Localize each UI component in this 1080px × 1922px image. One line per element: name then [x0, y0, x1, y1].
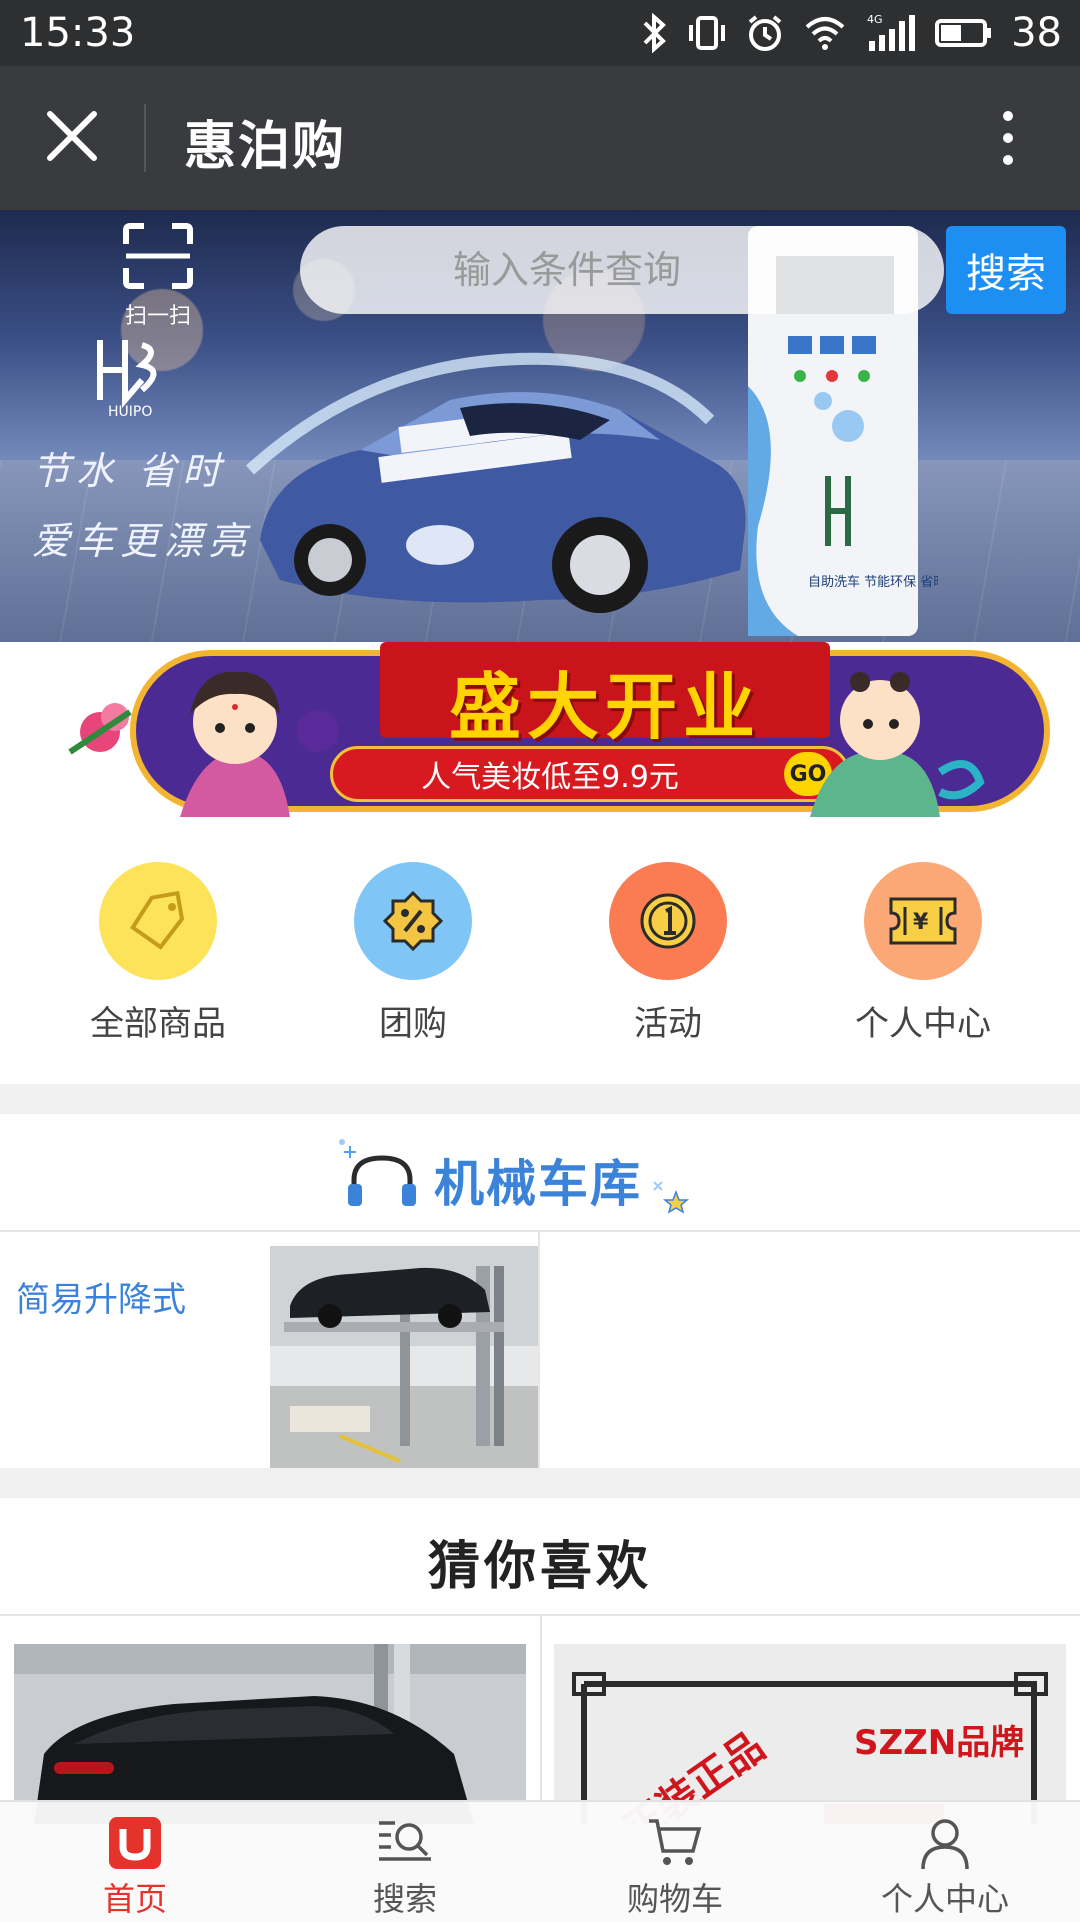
network-type: 4G: [867, 13, 883, 26]
quick-nav-activities[interactable]: 活动: [568, 862, 768, 1052]
category-link-simple-lift[interactable]: 简易升降式: [16, 1272, 186, 1321]
search-input[interactable]: [300, 226, 944, 314]
search-box[interactable]: [300, 226, 944, 314]
star-decoration-icon: [653, 1181, 690, 1214]
scan-button[interactable]: 扫一扫: [110, 220, 206, 329]
search-button[interactable]: 搜索: [946, 226, 1066, 314]
tab-cart[interactable]: 购物车: [540, 1812, 810, 1922]
product-image-szzn-poster: SZZN品牌 正装正品: [554, 1644, 1066, 1824]
bluetooth-icon: [643, 13, 667, 53]
coin-icon: [609, 862, 727, 980]
recommend-header: 猜你喜欢: [0, 1498, 1080, 1616]
tab-label: 搜索: [372, 1880, 437, 1918]
category-row: 简易升降式: [0, 1232, 1080, 1468]
promo-banner[interactable]: 盛大开业 人气美妆低至9.9元 GO: [60, 642, 1050, 817]
flower-decoration-icon: [68, 703, 132, 755]
quick-nav-label: 全部商品: [90, 1004, 226, 1044]
product-card-szzn[interactable]: SZZN品牌 正装正品: [554, 1644, 1066, 1824]
tab-label: 首页: [102, 1880, 167, 1918]
product-card-car-lift[interactable]: [14, 1644, 526, 1824]
status-icons: 4G 38: [639, 10, 1062, 56]
bottom-tab-bar: 首页 搜索 购物车 个人中心: [0, 1800, 1080, 1922]
cartoon-boy-image: [810, 672, 985, 817]
category-divider: [538, 1232, 540, 1468]
product-brand-text: SZZN品牌: [854, 1723, 1024, 1763]
battery-level: 38: [1011, 10, 1062, 56]
ticket-icon: ¥: [864, 862, 982, 980]
slogan-line-2: 爱车更漂亮: [32, 519, 253, 563]
title-bar: 惠泊购: [0, 66, 1080, 210]
status-time: 15:33: [20, 10, 136, 56]
quick-nav-all-products[interactable]: 全部商品: [58, 862, 258, 1052]
promo-subtitle: 人气美妆低至9.9元: [421, 760, 679, 795]
sports-car-image: [245, 352, 746, 613]
quick-nav-label: 活动: [634, 1004, 702, 1044]
logo-text: HUIPO: [108, 404, 152, 420]
cartoon-girl-image: [180, 671, 290, 817]
wifi-icon: [805, 17, 845, 50]
section-gap: [0, 1084, 1080, 1114]
quick-nav-label: 团购: [379, 1004, 447, 1044]
section-title: 机械车库: [434, 1155, 642, 1213]
quick-nav-label: 个人中心: [855, 1004, 991, 1044]
tab-profile[interactable]: 个人中心: [810, 1812, 1080, 1922]
section-header: 机械车库: [0, 1114, 1080, 1232]
more-menu-icon[interactable]: [980, 102, 1036, 174]
page-title: 惠泊购: [184, 117, 347, 177]
headphone-icon: [348, 1155, 416, 1206]
signal-icon: 4G: [867, 13, 916, 51]
search-list-icon: [379, 1821, 431, 1861]
alarm-icon: [748, 15, 782, 51]
recommend-divider: [540, 1616, 542, 1816]
vibrate-icon: [689, 16, 726, 50]
brand-logo: HUIPO: [97, 340, 157, 420]
recommend-title: 猜你喜欢: [427, 1537, 652, 1597]
car-lift-photo: [270, 1246, 538, 1468]
tab-home[interactable]: 首页: [0, 1812, 270, 1922]
machine-text: 自助洗车 节能环保 省时更省心: [808, 574, 938, 590]
status-bar: 15:33 4G 38: [0, 0, 1080, 66]
product-image-black-sedan: [14, 1644, 526, 1824]
category-image-car-lift[interactable]: [270, 1246, 538, 1468]
slogan-line-1: 节水 省时: [32, 449, 227, 493]
hero-banner[interactable]: 扫一扫 HUIPO 节水 省时 爱车更漂亮 自助洗车 节能环保 省时更省心 搜索: [0, 210, 1080, 642]
quick-nav-group-buy[interactable]: 团购: [313, 862, 513, 1052]
promo-title: 盛大开业: [448, 665, 761, 749]
svg-text:¥: ¥: [913, 910, 929, 935]
tag-icon: [99, 862, 217, 980]
scan-icon: [123, 223, 193, 289]
home-icon: [109, 1817, 161, 1869]
cart-icon: [649, 1819, 702, 1865]
quick-nav-personal-center[interactable]: ¥ 个人中心: [823, 862, 1023, 1052]
user-icon: [921, 1819, 969, 1870]
tab-search[interactable]: 搜索: [270, 1812, 540, 1922]
tab-label: 个人中心: [880, 1880, 1009, 1918]
section-gap: [0, 1468, 1080, 1498]
close-icon[interactable]: [36, 100, 108, 172]
tab-label: 购物车: [626, 1880, 723, 1918]
percent-badge-icon: [354, 862, 472, 980]
battery-icon: [935, 19, 992, 47]
title-divider: [144, 104, 146, 172]
